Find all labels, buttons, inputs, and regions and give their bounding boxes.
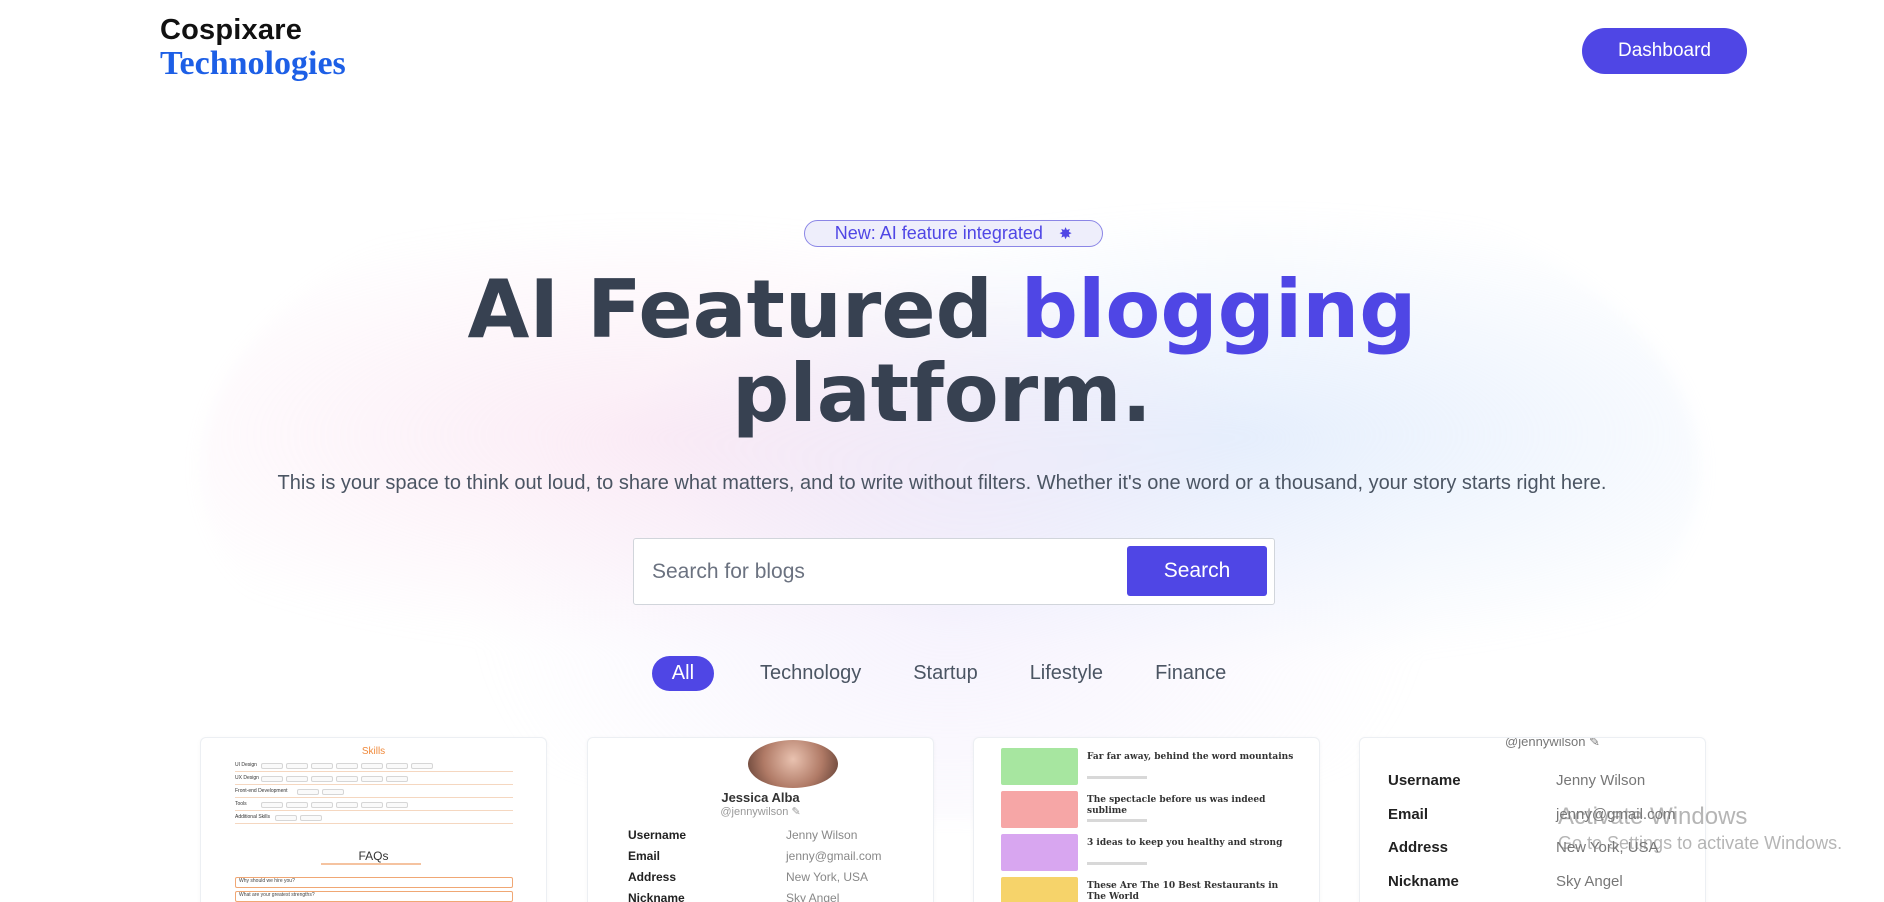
hero-subtitle: This is your space to think out loud, to… (277, 472, 1607, 494)
dashboard-button[interactable]: Dashboard (1582, 28, 1747, 74)
post-thumbnail (1001, 834, 1078, 871)
search-button[interactable]: Search (1127, 546, 1267, 596)
sparkle-icon: ✸ (1058, 225, 1073, 243)
post-thumbnail (1001, 877, 1078, 902)
post-item: These Are The 10 Best Restaurants in The… (1001, 877, 1301, 902)
brand-line1: Cospixare (160, 14, 303, 46)
blog-card-posts[interactable]: Far far away, behind the word mountains … (973, 737, 1320, 902)
blog-card-skills[interactable]: Skills UI Design UX Design Front-end Dev… (200, 737, 547, 902)
faq-underline (321, 863, 421, 865)
search-bar: Search (633, 538, 1275, 605)
post-thumbnail (1001, 748, 1078, 785)
profile-handle: @jennywilson ✎ (720, 806, 801, 818)
skill-row: UI Design (235, 762, 513, 772)
post-item: The spectacle before us was indeed subli… (1001, 791, 1301, 829)
site-header: Cospixare Technologies Dashboard (0, 0, 1884, 100)
brand-logo[interactable]: Cospixare Technologies (160, 14, 346, 83)
skill-row: Front-end Development (235, 788, 513, 798)
tab-finance[interactable]: Finance (1149, 657, 1232, 690)
page-title: AI Featured blogging platform. (0, 268, 1884, 436)
category-tabs: All Technology Startup Lifestyle Finance (0, 656, 1884, 691)
title-accent: blogging (1020, 263, 1417, 356)
faq-item: What are your greatest strengths? (235, 891, 513, 902)
faq-title: FAQs (358, 849, 389, 863)
blog-card-profile[interactable]: Jessica Alba @jennywilson ✎ Username Jenn… (587, 737, 934, 902)
badge-text: New: AI feature integrated (834, 223, 1043, 243)
skill-row: Additional Skills (235, 814, 513, 824)
tab-technology[interactable]: Technology (754, 657, 867, 690)
profile-name: Jessica Alba (721, 790, 800, 805)
skills-title: Skills (361, 746, 386, 757)
skill-row: UX Design (235, 775, 513, 785)
post-item: Far far away, behind the word mountains (1001, 748, 1301, 786)
tab-startup[interactable]: Startup (907, 657, 983, 690)
faq-item: Why should we hire you? (235, 877, 513, 888)
skill-row: Tools (235, 801, 513, 811)
windows-activation-watermark: Activate Windows Go to Settings to activ… (1558, 803, 1843, 853)
ai-feature-badge: New: AI feature integrated ✸ (804, 220, 1103, 247)
tab-all[interactable]: All (651, 656, 715, 691)
profile-handle: @jennywilson ✎ (1360, 737, 1705, 750)
post-thumbnail (1001, 791, 1078, 828)
title-part2: platform. (732, 347, 1152, 440)
title-part1: AI Featured (467, 263, 1021, 356)
post-item: 3 ideas to keep you healthy and strong (1001, 834, 1301, 872)
avatar (748, 740, 838, 788)
tab-lifestyle[interactable]: Lifestyle (1024, 657, 1109, 690)
search-input[interactable] (652, 549, 1122, 595)
edit-icon: ✎ (1589, 737, 1600, 749)
edit-icon: ✎ (791, 806, 801, 818)
brand-line2: Technologies (160, 45, 346, 82)
